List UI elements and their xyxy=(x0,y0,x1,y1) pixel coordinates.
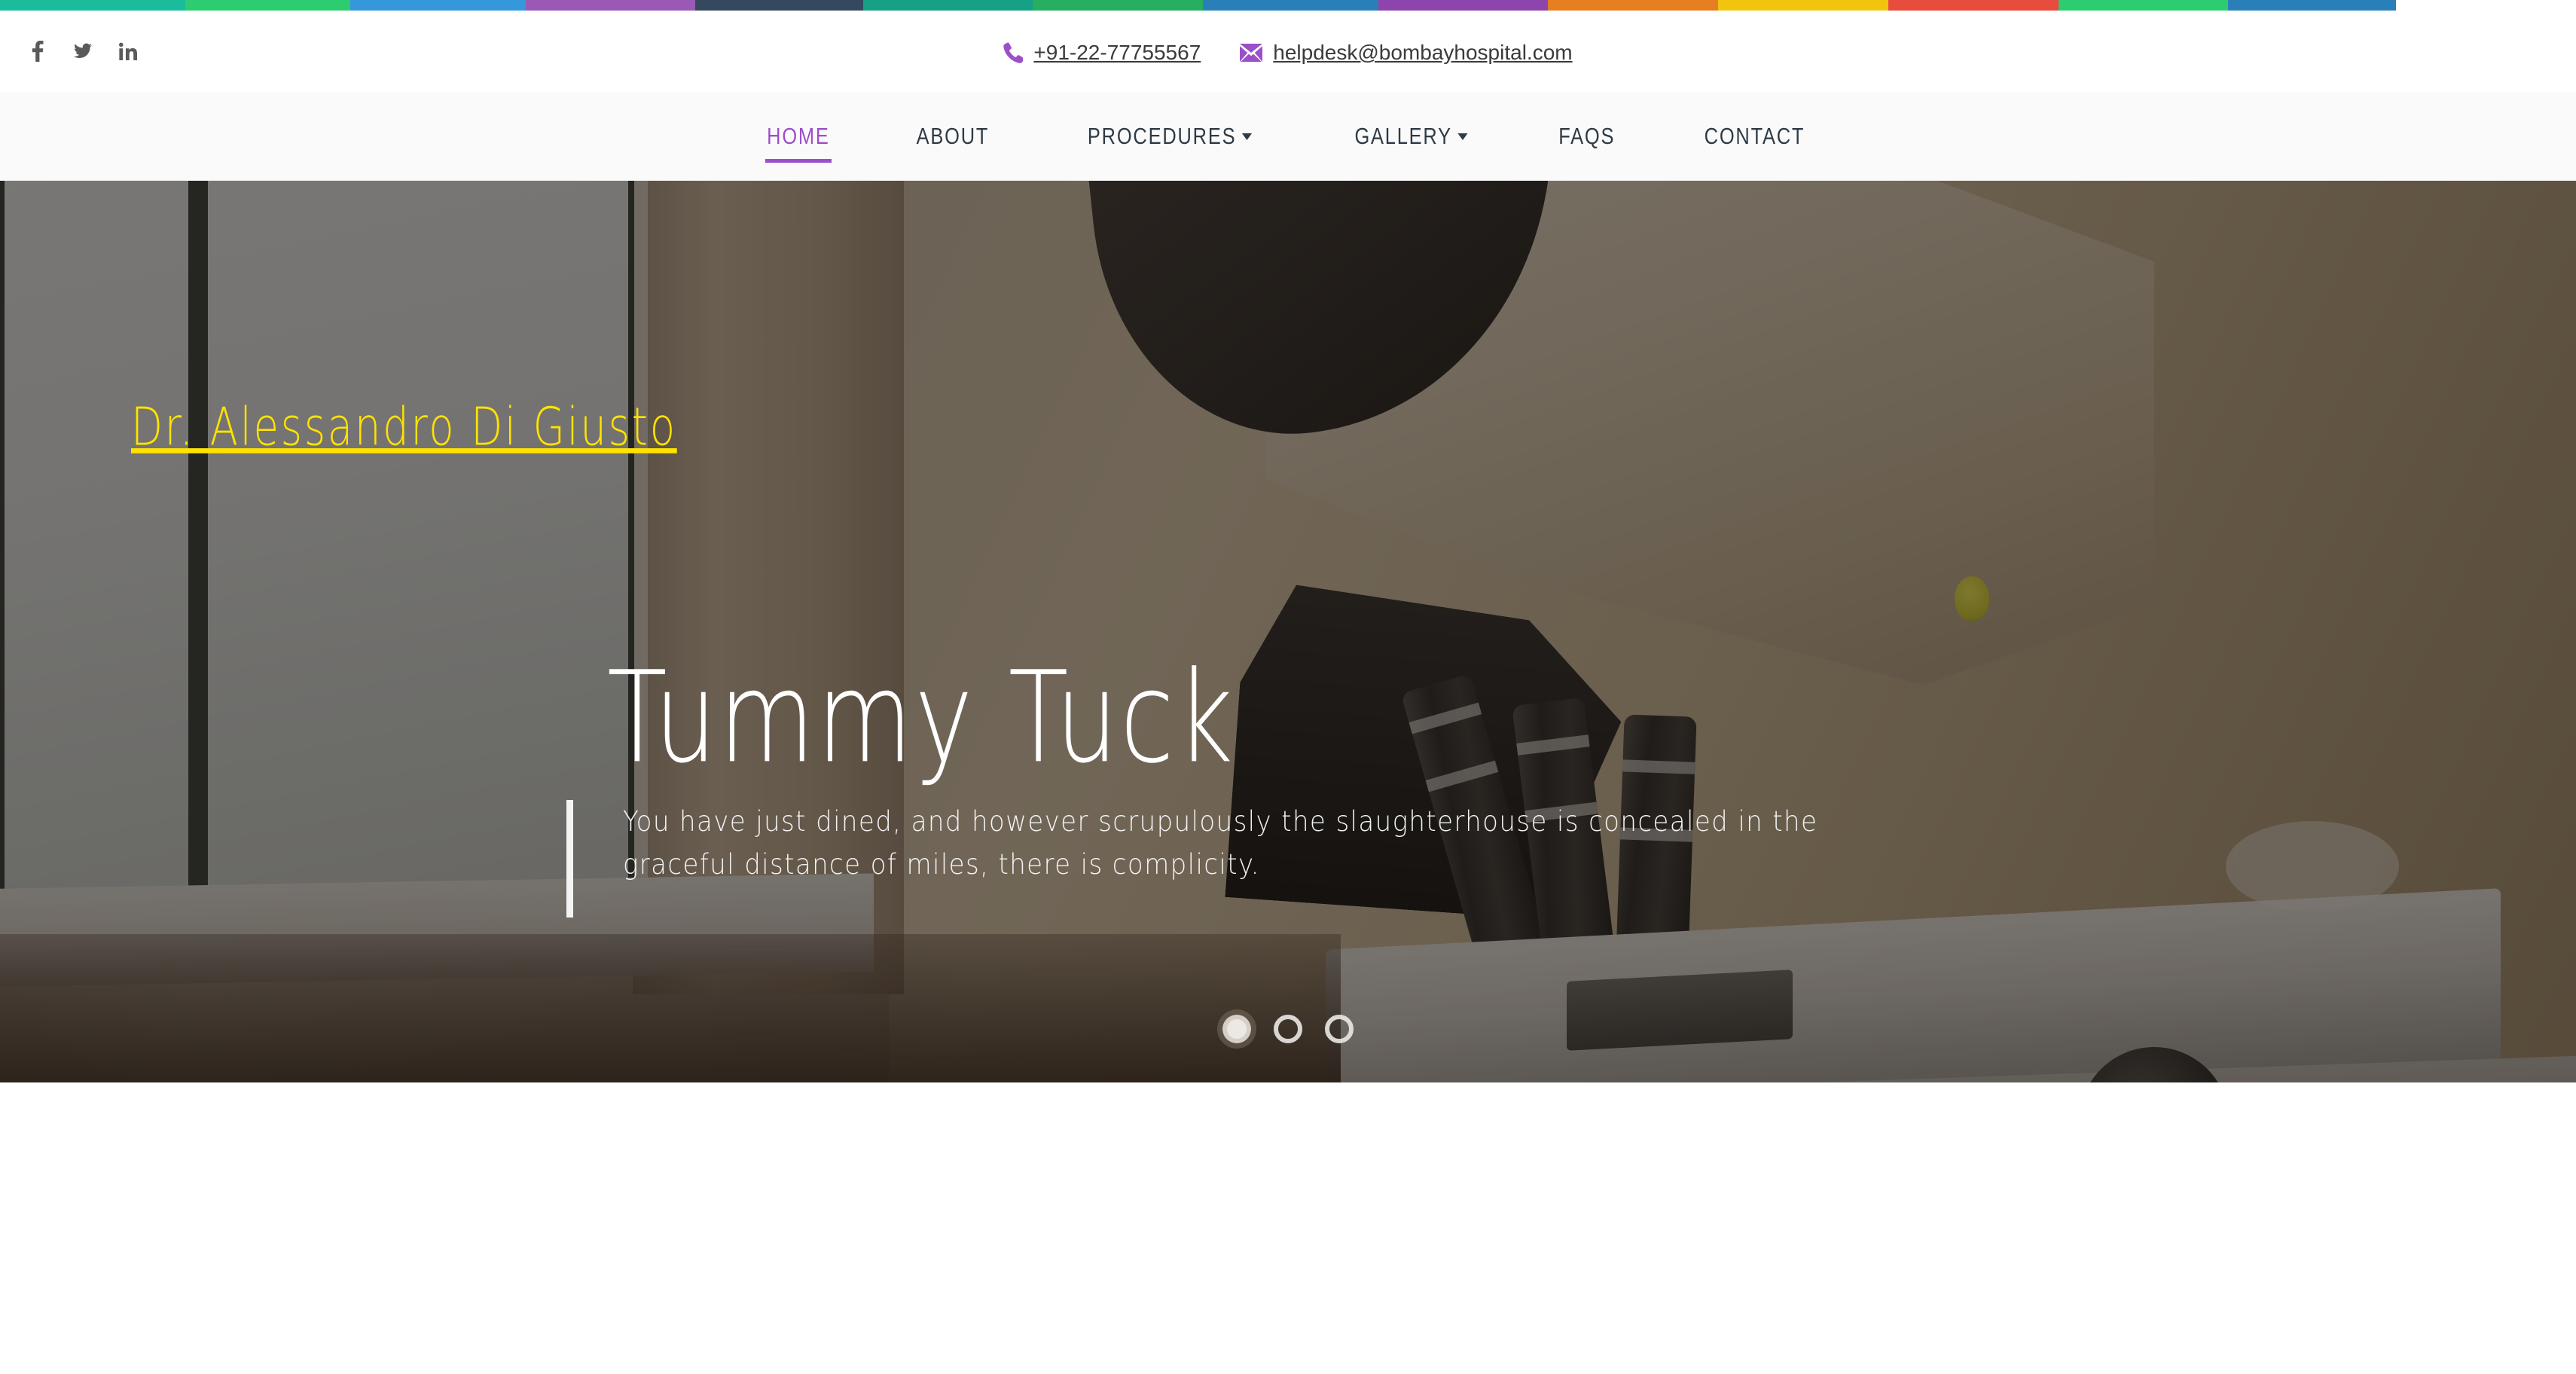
color-strip-segment-purple-dark xyxy=(1378,0,1549,11)
lower-inner: Opening Hours Monday - Friday9.00 AM - 8… xyxy=(0,1082,2576,1374)
color-strip-segment-emerald xyxy=(2058,0,2229,11)
color-strip-segment-green-dark xyxy=(1033,0,1204,11)
nav-list: HOME ABOUT PROCEDURES GALLERY FAQS CONTACT xyxy=(724,123,1853,150)
nav-label: ABOUT xyxy=(917,122,990,149)
email-address: helpdesk@bombayhospital.com xyxy=(1273,41,1573,64)
nav-item-faqs[interactable]: FAQS xyxy=(1516,123,1658,150)
slide-description: You have just dined, and however scrupul… xyxy=(623,805,1818,881)
envelope-icon xyxy=(1240,44,1263,62)
carousel-indicators[interactable] xyxy=(1222,1015,1354,1043)
nav-label: PROCEDURES xyxy=(1088,122,1237,149)
nav-label: CONTACT xyxy=(1705,122,1805,149)
hero-carousel: Dr. Alessandro Di Giusto Tummy Tuck You … xyxy=(0,181,2576,1082)
contact-info: +91-22-77755567 helpdesk@bombayhospital.… xyxy=(1003,38,1573,65)
color-strip-segment-teal xyxy=(0,0,186,11)
hero-content: Dr. Alessandro Di Giusto Tummy Tuck You … xyxy=(0,181,2576,1082)
nav-item-gallery[interactable]: GALLERY xyxy=(1306,123,1516,150)
nav-item-contact[interactable]: CONTACT xyxy=(1657,123,1852,150)
nav-item-procedures[interactable]: PROCEDURES xyxy=(1033,123,1306,150)
facebook-icon[interactable] xyxy=(29,41,47,62)
slide-description-wrapper: You have just dined, and however scrupul… xyxy=(566,800,1982,918)
nav-link-contact[interactable]: CONTACT xyxy=(1705,123,1805,150)
lower-section: Opening Hours Monday - Friday9.00 AM - 8… xyxy=(0,1082,2576,1374)
social-links xyxy=(29,41,137,62)
nav-item-about[interactable]: ABOUT xyxy=(872,123,1033,150)
nav-link-faqs[interactable]: FAQS xyxy=(1558,123,1615,150)
nav-link-home[interactable]: HOME xyxy=(767,123,829,150)
color-strip xyxy=(0,0,2576,11)
color-strip-segment-green xyxy=(185,0,351,11)
nav-label: HOME xyxy=(766,122,830,149)
nav-item-home[interactable]: HOME xyxy=(724,123,873,150)
chevron-down-icon xyxy=(1241,133,1253,140)
carousel-dot-1[interactable] xyxy=(1222,1015,1251,1043)
color-strip-segment-blue xyxy=(350,0,526,11)
phone-number: +91-22-77755567 xyxy=(1033,41,1201,64)
site-logo[interactable]: Dr. Alessandro Di Giusto xyxy=(131,396,677,458)
phone-contact[interactable]: +91-22-77755567 xyxy=(1003,41,1201,65)
color-strip-segment-red xyxy=(1888,0,2059,11)
nav-link-about[interactable]: ABOUT xyxy=(917,123,990,150)
slide-title: Tummy Tuck xyxy=(607,644,1235,792)
color-strip-segment-steel-blue xyxy=(2228,0,2396,11)
main-navigation: HOME ABOUT PROCEDURES GALLERY FAQS CONTACT xyxy=(0,92,2576,181)
color-strip-segment-dark-navy xyxy=(695,0,863,11)
nav-label: FAQS xyxy=(1558,122,1616,149)
chevron-down-icon xyxy=(1457,133,1468,140)
color-strip-segment-yellow xyxy=(1718,0,1888,11)
color-strip-segment-teal-dark xyxy=(862,0,1033,11)
color-strip-segment-purple xyxy=(525,0,696,11)
phone-icon xyxy=(1003,42,1024,63)
color-strip-segment-blue-dark xyxy=(1203,0,1378,11)
linkedin-icon[interactable] xyxy=(119,41,137,62)
email-contact[interactable]: helpdesk@bombayhospital.com xyxy=(1240,41,1573,65)
color-strip-segment-orange xyxy=(1548,0,1719,11)
carousel-dot-3[interactable] xyxy=(1325,1015,1354,1043)
carousel-dot-2[interactable] xyxy=(1274,1015,1302,1043)
twitter-icon[interactable] xyxy=(74,41,92,62)
nav-link-procedures[interactable]: PROCEDURES xyxy=(1088,122,1253,150)
nav-label: GALLERY xyxy=(1354,122,1452,149)
nav-link-gallery[interactable]: GALLERY xyxy=(1354,122,1468,150)
top-bar: +91-22-77755567 helpdesk@bombayhospital.… xyxy=(0,11,2576,92)
